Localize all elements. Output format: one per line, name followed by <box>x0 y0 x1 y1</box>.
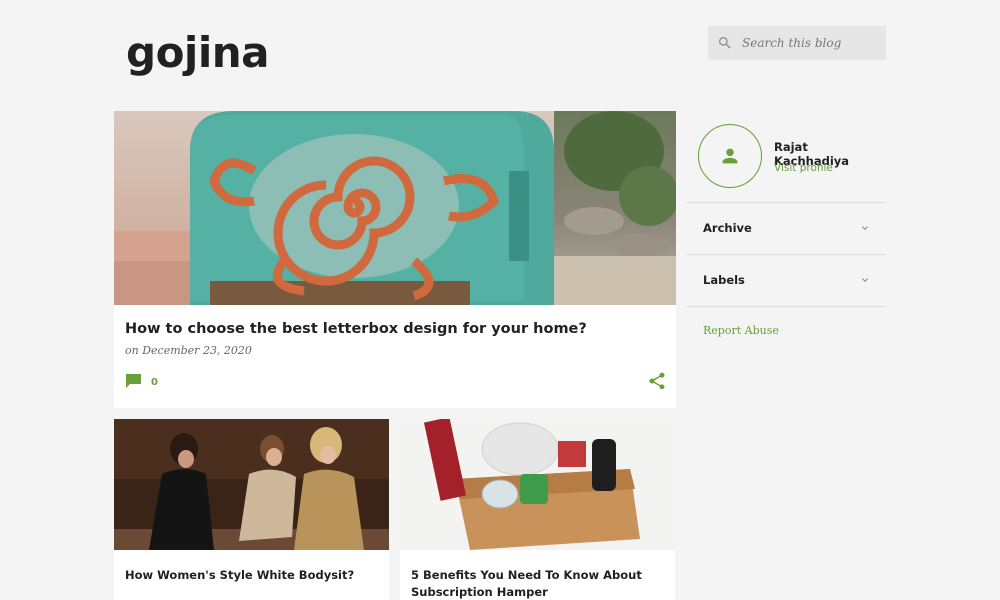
post-title[interactable]: 5 Benefits You Need To Know About Subscr… <box>411 567 661 600</box>
widget-label: Labels <box>703 273 745 287</box>
comment-count: 0 <box>151 377 158 388</box>
search-box[interactable] <box>708 26 886 60</box>
share-icon <box>649 372 665 390</box>
featured-post-image[interactable] <box>114 111 676 305</box>
featured-post-title[interactable]: How to choose the best letterbox design … <box>125 321 587 337</box>
archive-widget[interactable]: Archive <box>703 218 871 238</box>
post-image[interactable] <box>400 419 675 550</box>
search-icon[interactable] <box>708 26 742 60</box>
search-input[interactable] <box>742 36 882 50</box>
report-abuse-link[interactable]: Report Abuse <box>703 324 779 337</box>
chevron-down-icon <box>862 226 868 230</box>
visit-profile-link[interactable]: Visit profile <box>774 162 833 174</box>
widget-label: Archive <box>703 221 752 235</box>
featured-post: How to choose the best letterbox design … <box>114 111 676 408</box>
person-icon <box>722 148 738 164</box>
blog-title[interactable]: gojina <box>126 28 269 77</box>
chevron-down-icon <box>862 278 868 282</box>
divider <box>686 202 886 203</box>
avatar[interactable] <box>698 124 762 188</box>
post-title[interactable]: How Women's Style White Bodysit? <box>125 567 375 584</box>
post-card: How Women's Style White Bodysit? <box>114 419 389 600</box>
share-button[interactable] <box>647 371 667 391</box>
post-card: 5 Benefits You Need To Know About Subscr… <box>400 419 675 600</box>
labels-widget[interactable]: Labels <box>703 270 871 290</box>
comment-icon <box>126 373 141 392</box>
comment-link[interactable]: 0 <box>126 373 158 392</box>
featured-post-date[interactable]: on December 23, 2020 <box>125 344 252 357</box>
post-image[interactable] <box>114 419 389 550</box>
divider <box>686 306 886 307</box>
divider <box>686 254 886 255</box>
profile-widget: Rajat Kachhadiya Visit profile <box>698 124 886 188</box>
